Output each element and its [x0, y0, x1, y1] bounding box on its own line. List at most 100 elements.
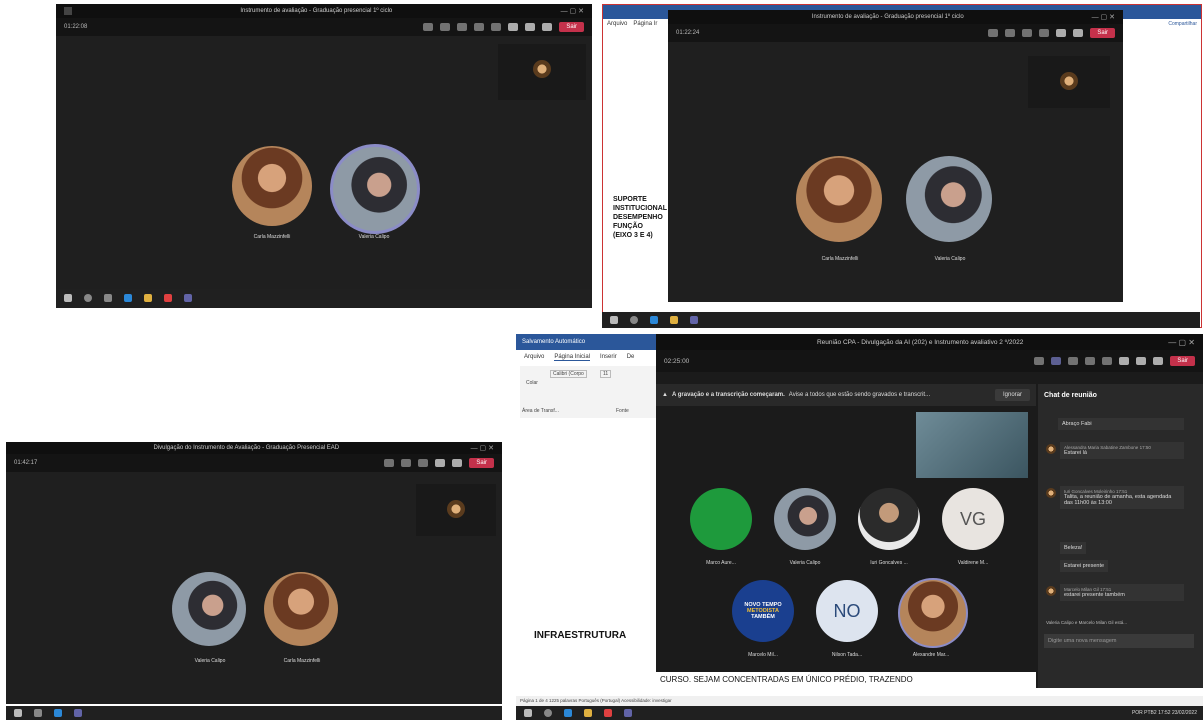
- more-icon[interactable]: [491, 23, 502, 31]
- teams-icon[interactable]: [690, 316, 698, 324]
- edge-icon[interactable]: [54, 709, 62, 717]
- share-panel: Compartilhar: [1168, 21, 1197, 27]
- font-name-select[interactable]: Calibri (Corpo: [550, 370, 587, 378]
- leave-button[interactable]: Sair: [1170, 356, 1195, 366]
- teams-window-4: Reunião CPA - Divulgação da AI (202) e I…: [656, 334, 1203, 688]
- meeting-timer: 02:25:00: [664, 357, 690, 365]
- chat-avatar: [1046, 444, 1056, 454]
- self-view-tile: [1028, 56, 1110, 108]
- paste-button[interactable]: Colar: [526, 380, 538, 386]
- share-icon[interactable]: [542, 23, 553, 31]
- explorer-icon[interactable]: [670, 316, 678, 324]
- ribbon-tab[interactable]: Página Inicial: [554, 354, 591, 361]
- title-bar: Divulgação do Instrumento de Avaliação -…: [6, 442, 502, 454]
- camera-icon[interactable]: [435, 459, 446, 467]
- ribbon-tab[interactable]: Arquivo: [524, 354, 544, 361]
- leave-button[interactable]: Sair: [469, 458, 494, 468]
- taskbar: [602, 312, 1200, 328]
- app-icon: [64, 7, 72, 15]
- people-icon[interactable]: [988, 29, 999, 37]
- chat-icon[interactable]: [401, 459, 412, 467]
- teams-icon[interactable]: [184, 294, 192, 302]
- share-icon[interactable]: [1153, 357, 1164, 365]
- edge-icon[interactable]: [650, 316, 658, 324]
- chat-message: Beleza!: [1060, 542, 1087, 554]
- typing-indicator: Valeria Calipo e Marcelo Milan Gil está.…: [1046, 620, 1127, 625]
- ribbon-tab[interactable]: Inserir: [600, 354, 617, 361]
- people-icon[interactable]: [423, 23, 434, 31]
- window-controls[interactable]: — ▢ ✕: [1092, 13, 1115, 21]
- self-avatar: [1060, 72, 1078, 90]
- people-icon[interactable]: [384, 459, 395, 467]
- clipboard-group-label: Área de Transf...: [522, 408, 559, 414]
- taskview-icon[interactable]: [104, 294, 112, 302]
- participant-video: [774, 488, 836, 550]
- camera-icon[interactable]: [1056, 29, 1067, 37]
- self-view-tile: [416, 484, 496, 536]
- search-icon[interactable]: [34, 709, 42, 717]
- title-bar: Reunião CPA - Divulgação da AI (202) e I…: [656, 334, 1203, 350]
- title-bar: Instrumento de avaliação - Graduação pre…: [668, 10, 1123, 24]
- self-avatar: [447, 500, 465, 518]
- reactions-icon[interactable]: [457, 23, 468, 31]
- edge-icon[interactable]: [124, 294, 132, 302]
- teams-icon[interactable]: [624, 709, 632, 717]
- search-icon[interactable]: [630, 316, 638, 324]
- mic-icon[interactable]: [1073, 29, 1084, 37]
- ribbon-tab[interactable]: Arquivo: [607, 21, 627, 27]
- chat-input[interactable]: Digite uma nova mensagem: [1044, 634, 1194, 648]
- word-document-text: SUPORTE INSTITUCIONAL DESEMPENHO FUNÇÃO …: [613, 196, 668, 239]
- window-controls[interactable]: — ▢ ✕: [471, 444, 494, 452]
- leave-button[interactable]: Sair: [1090, 28, 1115, 38]
- font-group-label: Fonte: [616, 408, 629, 414]
- ribbon-tab[interactable]: De: [627, 354, 635, 361]
- mic-icon[interactable]: [1136, 357, 1147, 365]
- chat-message: Iuri Goncalves Moleirinho 17:51 Talita, …: [1060, 486, 1184, 509]
- ribbon-tab[interactable]: Página Ir: [633, 21, 657, 27]
- chat-message: Estarei presente: [1060, 560, 1109, 572]
- window-controls[interactable]: — ▢ ✕: [561, 7, 584, 15]
- autosave-toggle[interactable]: Salvamento Automático: [522, 339, 585, 345]
- reactions-icon[interactable]: [1068, 357, 1079, 365]
- participant-avatar: VG: [942, 488, 1004, 550]
- explorer-icon[interactable]: [584, 709, 592, 717]
- chrome-icon[interactable]: [604, 709, 612, 717]
- chrome-icon[interactable]: [164, 294, 172, 302]
- reactions-icon[interactable]: [1022, 29, 1033, 37]
- participant-name: Valeria Calipo: [789, 560, 821, 566]
- window-controls[interactable]: — ▢ ✕: [1168, 338, 1195, 347]
- people-icon[interactable]: [1034, 357, 1045, 365]
- mic-icon[interactable]: [525, 23, 536, 31]
- meeting-toolbar: 01:22:08 Sair: [56, 18, 592, 36]
- rooms-icon[interactable]: [1085, 357, 1096, 365]
- rooms-icon[interactable]: [1039, 29, 1050, 37]
- windows-icon[interactable]: [524, 709, 532, 717]
- windows-icon[interactable]: [14, 709, 22, 717]
- rooms-icon[interactable]: [474, 23, 485, 31]
- mic-icon[interactable]: [452, 459, 463, 467]
- reactions-icon[interactable]: [418, 459, 429, 467]
- windows-icon[interactable]: [610, 316, 618, 324]
- more-icon[interactable]: [1102, 357, 1113, 365]
- font-size-select[interactable]: 11: [600, 370, 612, 378]
- leave-button[interactable]: Sair: [559, 22, 584, 32]
- edge-icon[interactable]: [564, 709, 572, 717]
- camera-icon[interactable]: [508, 23, 519, 31]
- participant-video: [796, 156, 882, 242]
- search-icon[interactable]: [544, 709, 552, 717]
- taskbar: [6, 706, 502, 720]
- chat-icon[interactable]: [440, 23, 451, 31]
- ignore-button[interactable]: Ignorar: [994, 389, 1030, 401]
- word-ribbon: Colar Calibri (Corpo 11 Área de Transf..…: [520, 366, 660, 418]
- teams-icon[interactable]: [74, 709, 82, 717]
- search-icon[interactable]: [84, 294, 92, 302]
- chat-panel: Chat de reunião Abraço Fabi Alessandra M…: [1038, 384, 1203, 688]
- meeting-timer: 01:22:24: [676, 30, 700, 36]
- chat-icon[interactable]: [1051, 357, 1062, 365]
- window-title: Reunião CPA - Divulgação da AI (202) e I…: [816, 338, 1024, 346]
- chat-icon[interactable]: [1005, 29, 1016, 37]
- explorer-icon[interactable]: [144, 294, 152, 302]
- camera-icon[interactable]: [1119, 357, 1130, 365]
- windows-icon[interactable]: [64, 294, 72, 302]
- word-status-bar: Página 1 de 4 1225 palavras Português (P…: [516, 696, 1203, 706]
